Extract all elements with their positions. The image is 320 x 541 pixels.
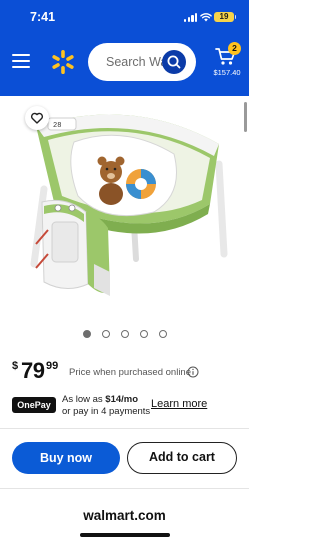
status-time: 7:41 [30, 10, 56, 24]
app-header: 7:41 19 Search Walmart 2 $157.40 [0, 0, 249, 96]
carousel-dot[interactable] [140, 330, 148, 338]
price-currency: $ [12, 360, 19, 372]
carousel-dot[interactable] [102, 330, 110, 338]
onepay-amount: $14/mo [105, 394, 139, 405]
add-to-cart-button[interactable]: Add to cart [127, 442, 237, 474]
wifi-icon [200, 13, 212, 22]
cellular-signal-icon [184, 13, 198, 22]
cart-count-badge: 2 [228, 42, 241, 55]
learn-more-link[interactable]: Learn more [151, 398, 207, 410]
top-nav: 2 $157.40 [0, 38, 249, 90]
price-whole: 79 [21, 358, 45, 383]
home-indicator[interactable] [80, 533, 170, 537]
product-image[interactable]: 28 [14, 104, 234, 304]
favorite-button[interactable] [25, 106, 49, 130]
battery-icon: 19 [214, 12, 236, 22]
status-bar: 7:41 19 [0, 0, 249, 34]
cart-total: $157.40 [213, 68, 241, 77]
heart-icon [30, 112, 44, 124]
price-note: Price when purchased online [69, 367, 191, 378]
price-cents: 99 [46, 360, 59, 372]
cart-button[interactable]: 2 $157.40 [211, 42, 243, 82]
search-input[interactable] [106, 53, 168, 71]
onepay-prefix: As low as [62, 394, 106, 405]
carousel-dot[interactable] [159, 330, 167, 338]
url-text: walmart.com [83, 508, 166, 523]
search-bar[interactable] [88, 43, 196, 81]
carousel-dot[interactable] [83, 330, 91, 338]
onepay-offer: As low as $14/mo [62, 394, 138, 405]
onepay-badge: OnePay [12, 397, 56, 413]
carousel-dots [0, 330, 249, 340]
scrollbar[interactable] [244, 102, 247, 132]
buy-now-button[interactable]: Buy now [12, 442, 120, 474]
search-button[interactable] [162, 50, 186, 74]
info-icon[interactable] [187, 366, 199, 378]
svg-text:28: 28 [53, 122, 61, 130]
walmart-spark-icon[interactable] [50, 49, 76, 75]
divider [0, 428, 249, 429]
onepay-installments: or pay in 4 payments [62, 406, 151, 417]
menu-icon[interactable] [12, 54, 30, 68]
search-icon [167, 55, 181, 69]
carousel-dot[interactable] [121, 330, 129, 338]
divider [0, 488, 249, 489]
